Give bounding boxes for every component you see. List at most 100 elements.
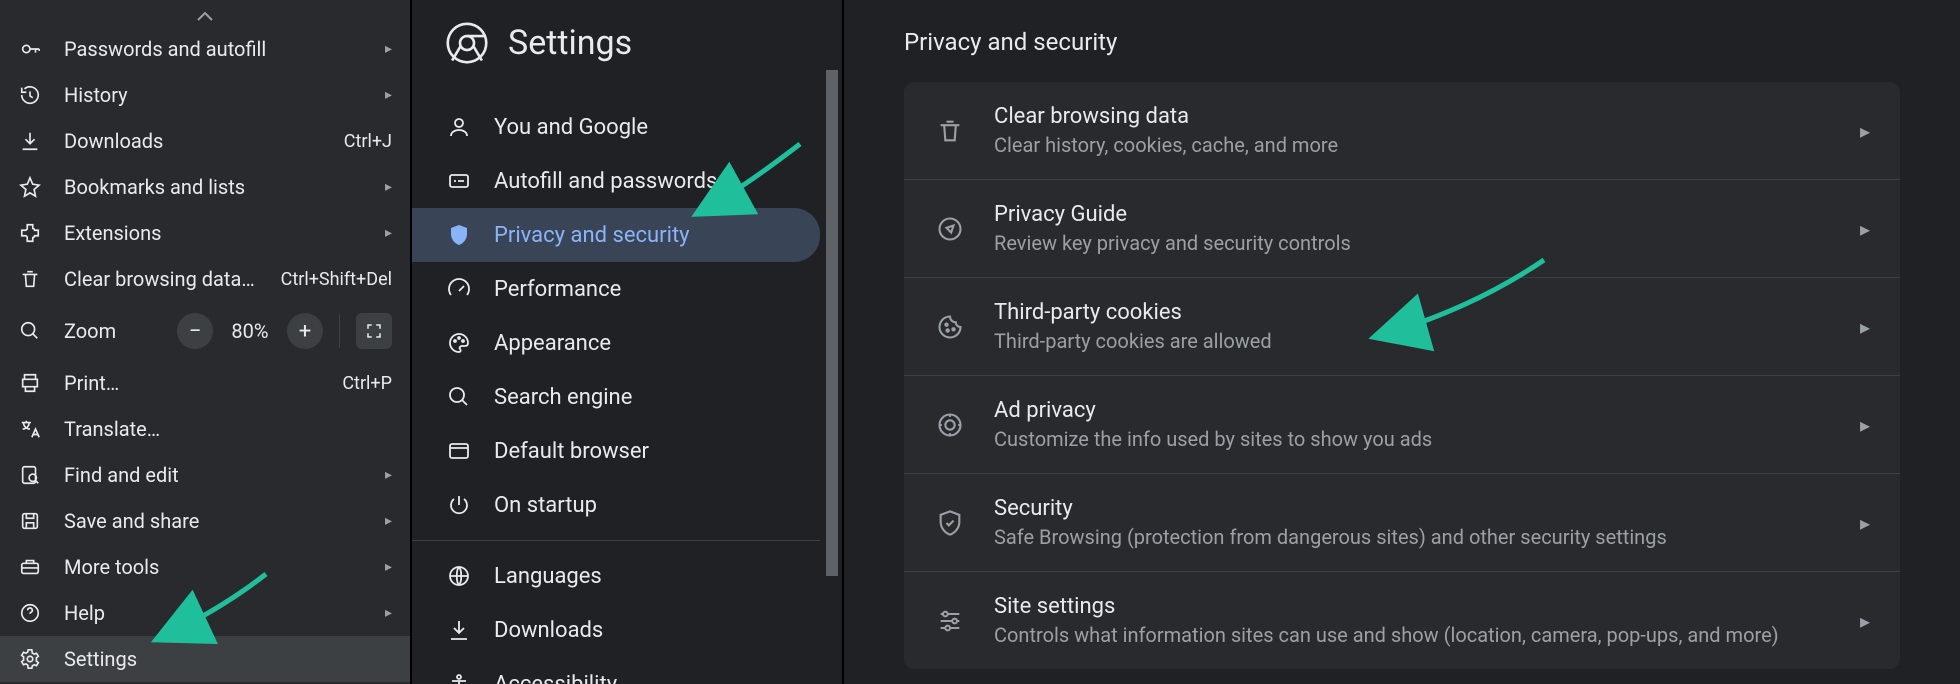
menu-extensions[interactable]: Extensions ▸ <box>0 210 410 256</box>
history-icon <box>18 83 42 107</box>
menu-downloads[interactable]: Downloads Ctrl+J <box>0 118 410 164</box>
cookie-icon <box>934 311 966 343</box>
browser-icon <box>446 438 472 464</box>
zoom-out-button[interactable]: − <box>177 313 213 349</box>
ads-icon <box>934 409 966 441</box>
menu-passwords[interactable]: Passwords and autofill ▸ <box>0 26 410 72</box>
section-heading: Privacy and security <box>844 0 1960 82</box>
chevron-right-icon: ▸ <box>1860 119 1870 143</box>
chevron-right-icon: ▸ <box>385 605 392 621</box>
nav-label: Appearance <box>494 331 611 356</box>
row-privacy-guide[interactable]: Privacy Guide Review key privacy and sec… <box>904 180 1900 278</box>
shield-check-icon <box>934 507 966 539</box>
menu-translate[interactable]: Translate… <box>0 406 410 452</box>
nav-you-google[interactable]: You and Google <box>412 100 820 154</box>
nav-startup[interactable]: On startup <box>412 478 820 532</box>
collapse-caret-icon[interactable] <box>0 0 410 26</box>
chevron-right-icon: ▸ <box>385 87 392 103</box>
print-icon <box>18 371 42 395</box>
chevron-right-icon: ▸ <box>385 559 392 575</box>
translate-icon <box>18 417 42 441</box>
nav-label: Downloads <box>494 618 603 643</box>
chevron-right-icon: ▸ <box>385 225 392 241</box>
help-icon <box>18 601 42 625</box>
chevron-right-icon: ▸ <box>1860 217 1870 241</box>
row-sub: Controls what information sites can use … <box>994 623 1832 647</box>
toolbox-icon <box>18 555 42 579</box>
save-icon <box>18 509 42 533</box>
row-ad-privacy[interactable]: Ad privacy Customize the info used by si… <box>904 376 1900 474</box>
nav-label: You and Google <box>494 115 648 140</box>
menu-more-tools[interactable]: More tools ▸ <box>0 544 410 590</box>
chevron-right-icon: ▸ <box>1860 315 1870 339</box>
nav-label: Search engine <box>494 385 632 410</box>
zoom-in-button[interactable]: + <box>287 313 323 349</box>
menu-save-share[interactable]: Save and share ▸ <box>0 498 410 544</box>
menu-item-label: Print… <box>64 371 320 395</box>
key-icon <box>18 37 42 61</box>
trash-icon <box>18 267 42 291</box>
menu-item-label: Find and edit <box>64 463 363 487</box>
chevron-right-icon: ▸ <box>385 41 392 57</box>
zoom-icon <box>18 319 42 343</box>
separator <box>339 314 340 348</box>
nav-accessibility[interactable]: Accessibility <box>412 657 820 684</box>
nav-appearance[interactable]: Appearance <box>412 316 820 370</box>
nav-autofill[interactable]: Autofill and passwords <box>412 154 820 208</box>
scrollbar-thumb[interactable] <box>826 70 838 576</box>
chevron-right-icon: ▸ <box>1860 413 1870 437</box>
zoom-label: Zoom <box>64 319 155 343</box>
row-title: Security <box>994 496 1832 521</box>
row-sub: Safe Browsing (protection from dangerous… <box>994 525 1832 549</box>
compass-icon <box>934 213 966 245</box>
row-sub: Third-party cookies are allowed <box>994 329 1832 353</box>
menu-clear-data[interactable]: Clear browsing data… Ctrl+Shift+Del <box>0 256 410 302</box>
search-icon <box>446 384 472 410</box>
chrome-menu: Passwords and autofill ▸ History ▸ Downl… <box>0 0 412 684</box>
puzzle-icon <box>18 221 42 245</box>
palette-icon <box>446 330 472 356</box>
row-security[interactable]: Security Safe Browsing (protection from … <box>904 474 1900 572</box>
menu-find[interactable]: Find and edit ▸ <box>0 452 410 498</box>
nav-search[interactable]: Search engine <box>412 370 820 424</box>
menu-bookmarks[interactable]: Bookmarks and lists ▸ <box>0 164 410 210</box>
download-icon <box>446 617 472 643</box>
row-title: Site settings <box>994 594 1832 619</box>
menu-history[interactable]: History ▸ <box>0 72 410 118</box>
menu-shortcut: Ctrl+J <box>344 131 392 152</box>
menu-shortcut: Ctrl+P <box>342 373 392 394</box>
menu-item-label: Extensions <box>64 221 363 245</box>
sliders-icon <box>934 605 966 637</box>
menu-item-label: Save and share <box>64 509 363 533</box>
chrome-logo-icon <box>446 22 488 64</box>
menu-item-label: Bookmarks and lists <box>64 175 363 199</box>
menu-print[interactable]: Print… Ctrl+P <box>0 360 410 406</box>
menu-settings[interactable]: Settings <box>0 636 410 682</box>
menu-item-label: More tools <box>64 555 363 579</box>
autofill-icon <box>446 168 472 194</box>
nav-label: Performance <box>494 277 621 302</box>
row-site-settings[interactable]: Site settings Controls what information … <box>904 572 1900 669</box>
menu-help[interactable]: Help ▸ <box>0 590 410 636</box>
menu-item-label: Passwords and autofill <box>64 37 363 61</box>
chevron-right-icon: ▸ <box>1860 609 1870 633</box>
menu-item-label: History <box>64 83 363 107</box>
settings-header: Settings <box>412 0 842 100</box>
nav-languages[interactable]: Languages <box>412 549 820 603</box>
download-icon <box>18 129 42 153</box>
fullscreen-button[interactable] <box>356 313 392 349</box>
page-title: Settings <box>508 23 632 63</box>
row-clear-data[interactable]: Clear browsing data Clear history, cooki… <box>904 82 1900 180</box>
menu-item-label: Downloads <box>64 129 322 153</box>
menu-item-label: Help <box>64 601 363 625</box>
nav-privacy[interactable]: Privacy and security <box>412 208 820 262</box>
nav-performance[interactable]: Performance <box>412 262 820 316</box>
nav-label: Accessibility <box>494 672 617 684</box>
nav-default-browser[interactable]: Default browser <box>412 424 820 478</box>
settings-sidebar: Settings You and Google Autofill and pas… <box>412 0 844 684</box>
power-icon <box>446 492 472 518</box>
nav-downloads[interactable]: Downloads <box>412 603 820 657</box>
settings-card: Clear browsing data Clear history, cooki… <box>904 82 1900 669</box>
nav-label: On startup <box>494 493 597 518</box>
row-cookies[interactable]: Third-party cookies Third-party cookies … <box>904 278 1900 376</box>
